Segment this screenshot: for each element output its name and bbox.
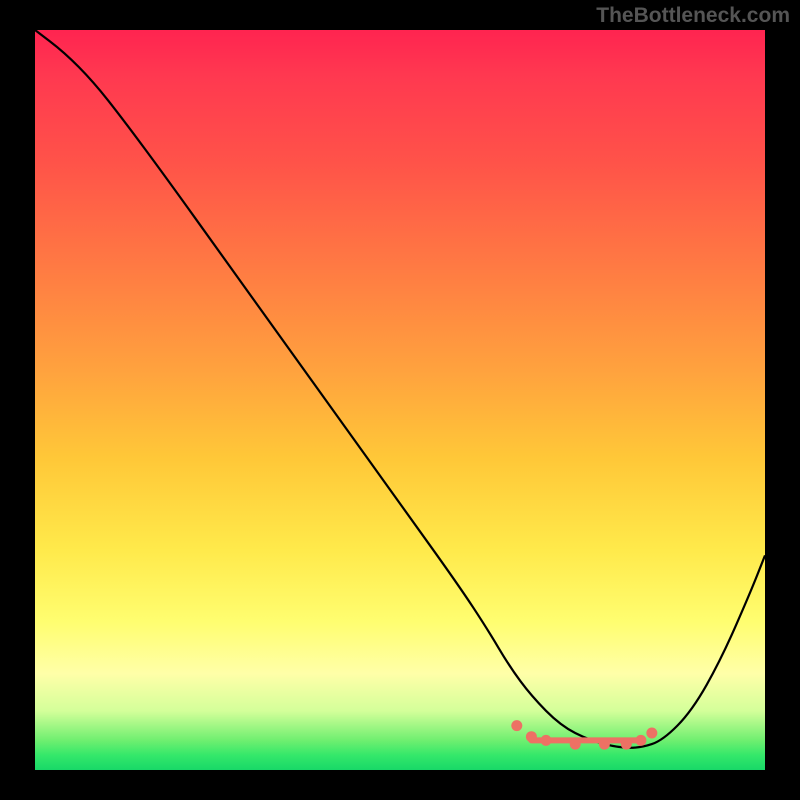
watermark-text: TheBottleneck.com [596, 4, 790, 28]
optimal-dot [621, 739, 632, 750]
optimal-dot [599, 739, 610, 750]
optimal-dot [646, 728, 657, 739]
optimal-range-dots [511, 720, 657, 750]
optimal-dot [635, 735, 646, 746]
optimal-dot [570, 739, 581, 750]
optimal-dot [526, 731, 537, 742]
optimal-dot [541, 735, 552, 746]
chart-plot-area [35, 30, 765, 770]
bottleneck-curve [35, 30, 765, 748]
optimal-dot [511, 720, 522, 731]
chart-svg [35, 30, 765, 770]
